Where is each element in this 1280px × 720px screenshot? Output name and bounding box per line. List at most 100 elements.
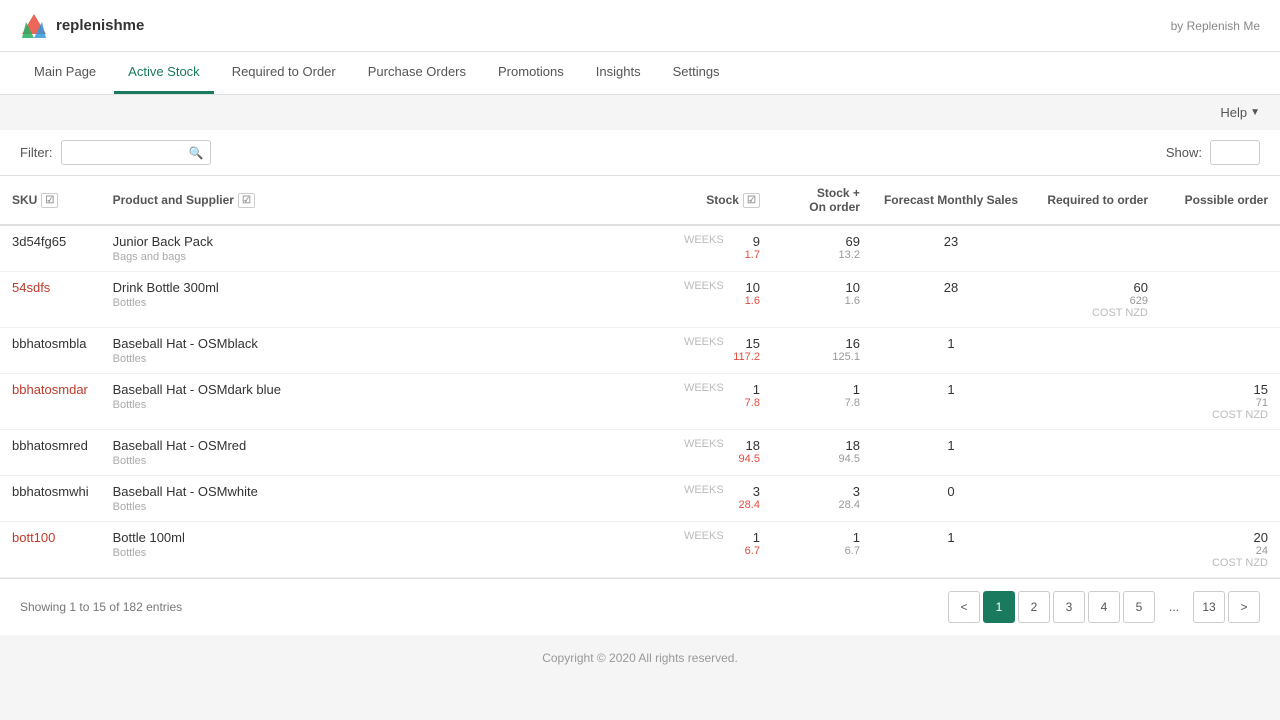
page-next-button[interactable]: > [1228,591,1260,623]
required-cell [1030,225,1160,272]
stock-val: 9 [745,234,760,249]
stock-plus-cell: 1 7.8 [772,374,872,430]
product-cell: Bottle 100ml Bottles [101,522,672,578]
stock-plus-val: 69 [784,234,860,249]
page-1-button[interactable]: 1 [983,591,1015,623]
th-required-label: Required to order [1047,193,1148,207]
logo-icon [20,12,48,40]
possible-val: 15 [1172,382,1268,397]
pagination-controls: < 12345...13 > [948,591,1260,623]
filter-left: Filter: 🔍 [20,140,211,165]
filter-input[interactable] [61,140,211,165]
show-label: Show: [1166,145,1202,160]
nav-main-page[interactable]: Main Page [20,52,110,94]
stock-plus-sub: 13.2 [784,249,860,261]
stock-plus-val: 1 [784,382,860,397]
stock-cell: WEEKS 18 94.5 [672,430,772,476]
product-sub: Bags and bags [113,251,660,263]
page-4-button[interactable]: 4 [1088,591,1120,623]
product-sub: Bottles [113,297,660,309]
stock-plus-val: 3 [784,484,860,499]
cost-nzd-label: COST NZD [1042,307,1148,319]
app-name: replenishme [56,17,144,34]
sku-cell: bbhatosmred [0,430,101,476]
th-sku-sort[interactable]: SKU ☑ [12,193,89,208]
th-product-label: Product and Supplier [113,193,234,207]
page-2-button[interactable]: 2 [1018,591,1050,623]
product-name: Baseball Hat - OSMwhite [113,484,660,499]
nav-insights[interactable]: Insights [582,52,655,94]
product-cell: Drink Bottle 300ml Bottles [101,272,672,328]
stock-val: 18 [739,438,760,453]
stock-cell: WEEKS 3 28.4 [672,476,772,522]
stock-sub-val: 117.2 [733,351,760,363]
product-name: Drink Bottle 300ml [113,280,660,295]
stock-plus-cell: 69 13.2 [772,225,872,272]
table-row: bbhatosmbla Baseball Hat - OSMblack Bott… [0,328,1280,374]
stock-sub-val: 28.4 [739,499,760,511]
nav-settings[interactable]: Settings [659,52,734,94]
weeks-label: WEEKS [684,530,724,542]
stock-cell: WEEKS 1 7.8 [672,374,772,430]
app-header: replenishme by Replenish Me [0,0,1280,52]
stock-plus-sub: 6.7 [784,545,860,557]
sku-cell: bbhatosmdar [0,374,101,430]
sku-cell: bbhatosmwhi [0,476,101,522]
required-cell: 60 629 COST NZD [1030,272,1160,328]
nav-promotions[interactable]: Promotions [484,52,578,94]
th-stock-sort[interactable]: Stock ☑ [684,193,760,208]
show-input[interactable] [1210,140,1260,165]
sku-cell: bott100 [0,522,101,578]
product-sub: Bottles [113,353,660,365]
product-name: Bottle 100ml [113,530,660,545]
stock-plus-cell: 1 6.7 [772,522,872,578]
possible-cost-label: COST NZD [1172,409,1268,421]
page-3-button[interactable]: 3 [1053,591,1085,623]
th-sku: SKU ☑ [0,176,101,225]
stock-val: 15 [733,336,760,351]
page-5-button[interactable]: 5 [1123,591,1155,623]
nav-purchase-orders[interactable]: Purchase Orders [354,52,480,94]
footer-text: Copyright © 2020 All rights reserved. [542,651,738,665]
sku-cell: bbhatosmbla [0,328,101,374]
filter-input-wrap: 🔍 [61,140,211,165]
table-container: SKU ☑ Product and Supplier ☑ Stock ☑ [0,176,1280,578]
pagination-bar: Showing 1 to 15 of 182 entries < 12345..… [0,578,1280,635]
weeks-label: WEEKS [684,280,724,292]
table-body: 3d54fg65 Junior Back Pack Bags and bags … [0,225,1280,578]
forecast-cell: 1 [872,374,1030,430]
th-product-sort[interactable]: Product and Supplier ☑ [113,193,660,208]
help-caret-icon: ▼ [1250,107,1260,118]
stock-plus-cell: 16 125.1 [772,328,872,374]
nav-active-stock[interactable]: Active Stock [114,52,214,94]
sku-cell: 54sdfs [0,272,101,328]
page-prev-button[interactable]: < [948,591,980,623]
weeks-label: WEEKS [684,234,724,246]
possible-cost-label: COST NZD [1172,557,1268,569]
stock-sub-val: 1.6 [745,295,760,307]
stock-sort-icon: ☑ [743,193,760,208]
possible-cell [1160,328,1280,374]
stock-val: 3 [739,484,760,499]
help-button[interactable]: Help ▼ [1220,105,1260,120]
th-stock-label: Stock [706,193,739,207]
required-cell [1030,374,1160,430]
product-cell: Baseball Hat - OSMwhite Bottles [101,476,672,522]
possible-sub: 24 [1172,545,1268,557]
table-row: bbhatosmwhi Baseball Hat - OSMwhite Bott… [0,476,1280,522]
possible-cell [1160,430,1280,476]
th-stock-plus-label: Stock +On order [809,186,860,214]
nav-required-to-order[interactable]: Required to Order [218,52,350,94]
required-cell [1030,430,1160,476]
stock-sub-val: 6.7 [745,545,760,557]
required-sub: 629 [1042,295,1148,307]
page-13-button[interactable]: 13 [1193,591,1225,623]
stock-plus-sub: 94.5 [784,453,860,465]
stock-val: 10 [745,280,760,295]
footer: Copyright © 2020 All rights reserved. [0,635,1280,681]
th-sku-label: SKU [12,193,37,207]
table-row: 54sdfs Drink Bottle 300ml Bottles WEEKS … [0,272,1280,328]
possible-cell [1160,272,1280,328]
logo-area: replenishme [20,12,144,40]
product-cell: Baseball Hat - OSMblack Bottles [101,328,672,374]
